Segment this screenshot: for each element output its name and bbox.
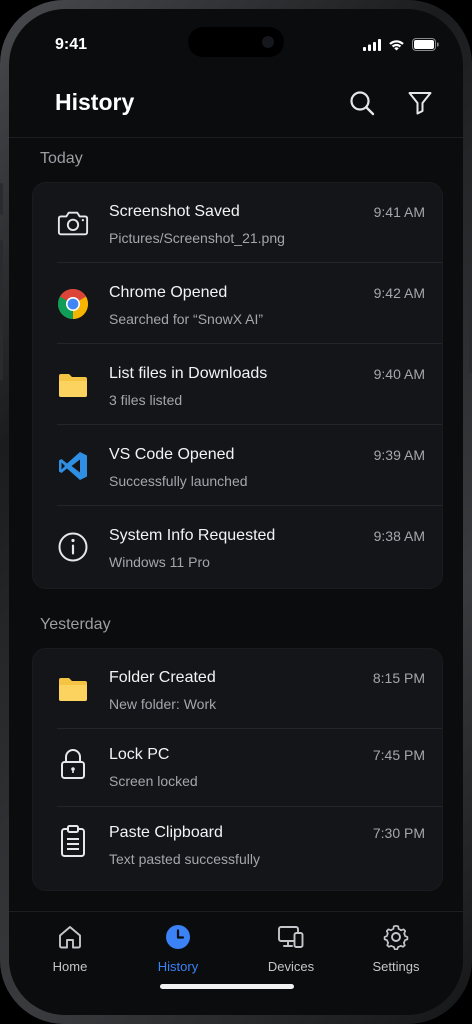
item-title: Lock PC [109, 746, 170, 763]
folder-icon [57, 369, 89, 401]
item-time: 7:30 PM [372, 825, 425, 841]
item-subtitle: Text pasted successfully [109, 851, 260, 867]
tab-label: Settings [372, 959, 420, 974]
app-header: History [9, 79, 463, 138]
divider [57, 505, 442, 506]
divider [57, 262, 442, 263]
status-time: 9:41 [55, 36, 88, 53]
history-item-folder-created[interactable]: Folder Created New folder: Work 8:15 PM [33, 649, 442, 729]
history-item-vscode[interactable]: VS Code Opened Successfully launched 9:3… [33, 426, 442, 506]
wifi-icon [389, 39, 404, 50]
status-icons [363, 38, 439, 51]
volume-up-button [0, 240, 3, 302]
item-subtitle: Successfully launched [109, 473, 248, 489]
item-subtitle: Screen locked [109, 773, 198, 789]
signal-icon [363, 38, 381, 51]
tab-label: Home [52, 959, 88, 974]
item-time: 9:38 AM [373, 528, 425, 544]
mute-switch [0, 183, 3, 215]
filter-icon[interactable] [407, 89, 433, 117]
tab-home[interactable]: Home [20, 924, 120, 974]
home-indicator[interactable] [160, 984, 294, 989]
item-time: 9:42 AM [373, 285, 425, 301]
history-item-chrome[interactable]: Chrome Opened Searched for “SnowX AI” 9:… [33, 264, 442, 344]
phone-frame: 9:41 History Today Screenshot Saved Pict… [0, 0, 472, 1024]
battery-icon [412, 38, 439, 51]
page-title: History [55, 89, 135, 115]
clock-icon [166, 925, 190, 949]
item-title: VS Code Opened [109, 446, 235, 463]
item-title: List files in Downloads [109, 365, 268, 382]
tab-label: Devices [267, 959, 315, 974]
item-subtitle: Windows 11 Pro [109, 554, 210, 570]
item-time: 8:15 PM [372, 670, 425, 686]
item-title: System Info Requested [109, 527, 276, 544]
history-item-screenshot[interactable]: Screenshot Saved Pictures/Screenshot_21.… [33, 183, 442, 263]
devices-icon [278, 926, 304, 948]
tab-bar: Home History Devices Settings [9, 911, 463, 1015]
item-title: Folder Created [109, 669, 216, 686]
lock-icon [57, 748, 89, 780]
history-item-paste-clipboard[interactable]: Paste Clipboard Text pasted successfully… [33, 807, 442, 889]
item-subtitle: New folder: Work [109, 696, 217, 712]
screen: 9:41 History Today Screenshot Saved Pict… [9, 9, 463, 1015]
tab-label: History [157, 959, 199, 974]
item-subtitle: Searched for “SnowX AI” [109, 311, 264, 327]
history-item-lock-pc[interactable]: Lock PC Screen locked 7:45 PM [33, 729, 442, 807]
tab-settings[interactable]: Settings [346, 924, 446, 974]
dynamic-island [188, 27, 284, 57]
home-icon [59, 926, 81, 949]
folder-icon [57, 673, 89, 705]
item-time: 9:39 AM [373, 447, 425, 463]
tab-history[interactable]: History [128, 924, 228, 974]
section-label-yesterday: Yesterday [40, 616, 111, 633]
item-time: 9:41 AM [373, 204, 425, 220]
front-camera [262, 36, 274, 48]
item-subtitle: Pictures/Screenshot_21.png [109, 230, 285, 246]
chrome-icon [57, 288, 89, 320]
gear-icon [383, 924, 409, 951]
camera-icon [57, 207, 89, 239]
item-title: Chrome Opened [109, 284, 228, 301]
info-icon [57, 531, 89, 563]
tab-devices[interactable]: Devices [241, 924, 341, 974]
history-item-system-info[interactable]: System Info Requested Windows 11 Pro 9:3… [33, 507, 442, 587]
vscode-icon [57, 450, 89, 482]
clipboard-icon [57, 825, 89, 857]
history-card-yesterday: Folder Created New folder: Work 8:15 PM … [32, 648, 443, 891]
divider [57, 424, 442, 425]
status-bar: 9:41 [9, 9, 463, 69]
search-icon[interactable] [348, 89, 376, 117]
volume-down-button [0, 318, 3, 380]
divider [57, 343, 442, 344]
item-title: Screenshot Saved [109, 203, 240, 220]
item-time: 9:40 AM [373, 366, 425, 382]
section-label-today: Today [40, 150, 83, 167]
item-time: 7:45 PM [372, 747, 425, 763]
history-item-list-files[interactable]: List files in Downloads 3 files listed 9… [33, 345, 442, 425]
item-title: Paste Clipboard [109, 824, 223, 841]
history-card-today: Screenshot Saved Pictures/Screenshot_21.… [32, 182, 443, 589]
item-subtitle: 3 files listed [109, 392, 183, 408]
